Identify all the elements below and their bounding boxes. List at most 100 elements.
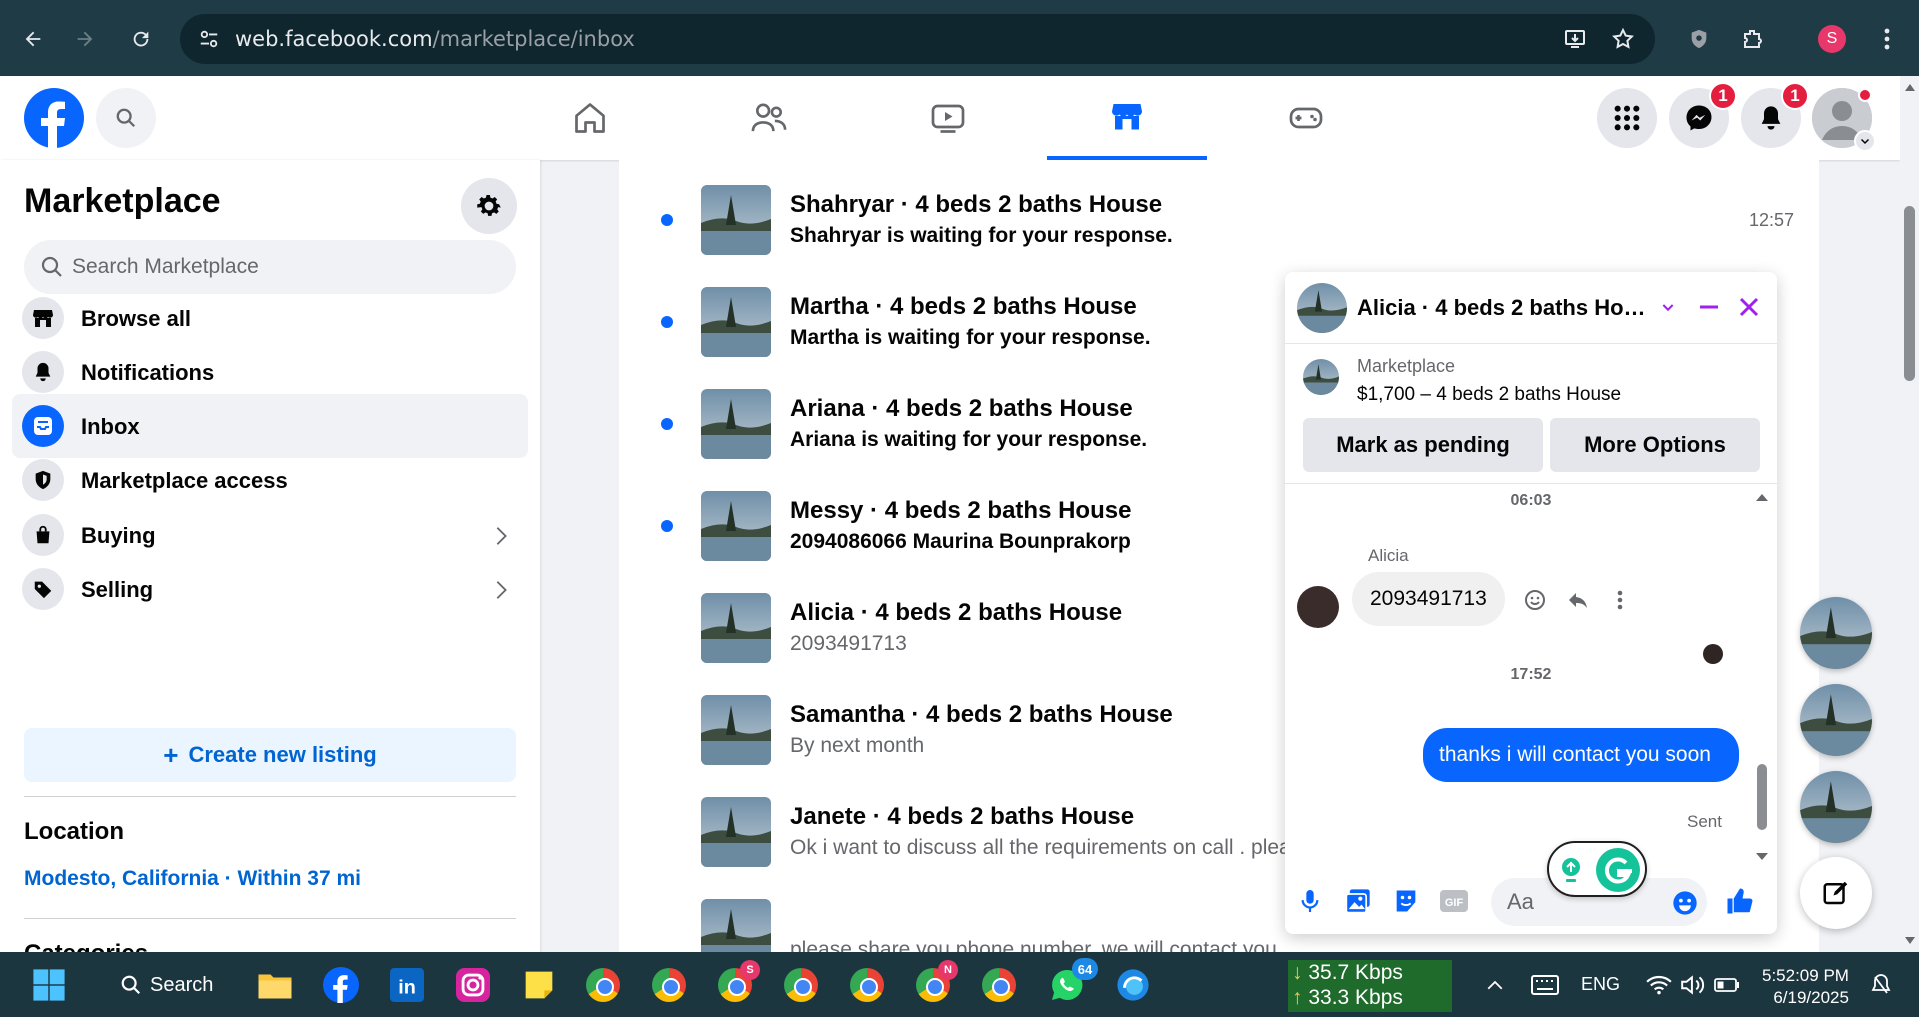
location-filter-link[interactable]: Modesto, California · Within 37 mi (24, 867, 361, 891)
close-icon[interactable] (1732, 290, 1766, 324)
network-speed-widget: ↓ 35.7 Kbps ↑ 33.3 Kbps (1288, 960, 1452, 1012)
chevron-up-icon[interactable] (1476, 966, 1514, 1004)
page-scroll-thumb[interactable] (1904, 206, 1915, 381)
chrome-icon[interactable] (848, 966, 886, 1004)
taskbar-search-button[interactable]: Search (106, 964, 222, 1006)
back-icon[interactable] (18, 24, 48, 54)
conversation-preview: 2093491713 (790, 632, 907, 655)
sticky-notes-icon[interactable] (520, 966, 558, 1004)
more-options-button[interactable]: More Options (1550, 418, 1760, 472)
facebook-app-icon[interactable] (322, 966, 360, 1004)
edge-icon[interactable] (1114, 966, 1152, 1004)
thumbs-up-icon[interactable] (1725, 886, 1755, 916)
chat-head-avatar[interactable] (1800, 684, 1872, 756)
sticker-icon[interactable] (1391, 886, 1421, 916)
grammarly-widget[interactable] (1547, 841, 1647, 897)
address-bar[interactable]: web.facebook.com/marketplace/inbox (180, 14, 1655, 64)
react-emoji-icon[interactable] (1522, 587, 1548, 613)
chevron-down-icon[interactable] (1651, 290, 1685, 324)
wifi-icon[interactable] (1640, 966, 1678, 1004)
chrome-icon[interactable] (782, 966, 820, 1004)
chrome-profile-s-icon[interactable]: S (716, 960, 760, 1004)
minimize-icon[interactable] (1692, 290, 1726, 324)
chat-head-avatar[interactable] (1800, 771, 1872, 843)
scroll-up-icon[interactable] (1904, 82, 1916, 92)
chevron-down-icon[interactable] (1854, 130, 1876, 152)
volume-icon[interactable] (1674, 966, 1712, 1004)
system-clock[interactable]: 5:52:09 PM 6/19/2025 (1762, 965, 1849, 1009)
microphone-icon[interactable] (1295, 886, 1325, 916)
sidebar-item-label: Selling (81, 577, 154, 602)
facebook-search-icon[interactable] (96, 88, 156, 148)
marketplace-tab-icon[interactable] (1047, 76, 1207, 160)
sender-avatar[interactable] (1297, 586, 1339, 628)
create-listing-button[interactable]: + Create new listing (24, 728, 516, 782)
browser-menu-icon[interactable] (1872, 24, 1902, 54)
site-settings-icon[interactable] (198, 28, 220, 50)
page-scrollbar[interactable] (1900, 76, 1919, 952)
battery-icon[interactable] (1708, 966, 1746, 1004)
extensions-puzzle-icon[interactable] (1738, 24, 1768, 54)
bookmark-star-icon[interactable] (1608, 24, 1638, 54)
url-text: web.facebook.com/marketplace/inbox (235, 27, 635, 51)
plus-icon: + (163, 740, 179, 770)
chat-title[interactable]: Alicia · 4 beds 2 baths Hou... (1357, 295, 1647, 321)
install-app-icon[interactable] (1560, 24, 1590, 54)
reply-icon[interactable] (1565, 587, 1591, 613)
chrome-profile-n-icon[interactable]: N (914, 960, 958, 1004)
bell-icon (22, 351, 64, 393)
home-tab-icon[interactable] (510, 76, 670, 160)
sent-status: Sent (1687, 812, 1722, 831)
scroll-down-icon[interactable] (1904, 936, 1916, 946)
conversation-title: Messy · 4 beds 2 baths House (790, 497, 1132, 524)
file-explorer-icon[interactable] (256, 966, 294, 1004)
facebook-logo-icon[interactable] (24, 88, 84, 148)
windows-start-icon[interactable] (30, 966, 68, 1004)
unread-dot (661, 316, 673, 328)
linkedin-icon[interactable]: in (388, 966, 426, 1004)
gaming-tab-icon[interactable] (1226, 76, 1386, 160)
browser-chrome: web.facebook.com/marketplace/inbox S (0, 0, 1919, 76)
gif-icon[interactable]: GIF (1439, 886, 1469, 916)
settings-gear-icon[interactable] (461, 178, 517, 234)
conversation-title: Alicia · 4 beds 2 baths House (790, 599, 1123, 626)
scroll-up-icon[interactable] (1755, 492, 1769, 502)
new-message-compose-icon[interactable] (1800, 857, 1872, 929)
chat-scrollbar[interactable] (1755, 492, 1769, 862)
scroll-down-icon[interactable] (1755, 852, 1769, 862)
chrome-icon[interactable] (650, 966, 688, 1004)
inbox-icon (22, 405, 64, 447)
incoming-message-bubble[interactable]: 2093491713 (1352, 572, 1505, 626)
friends-tab-icon[interactable] (689, 76, 849, 160)
conversation-title: Samantha · 4 beds 2 baths House (790, 701, 1173, 728)
chat-head-avatar[interactable] (1800, 597, 1872, 669)
account-avatar[interactable] (1812, 88, 1876, 152)
chat-listing-avatar[interactable] (1297, 283, 1347, 333)
notification-center-icon[interactable] (1862, 966, 1900, 1004)
divider (24, 918, 516, 919)
listing-thumbnail (701, 695, 771, 765)
instagram-icon[interactable] (454, 966, 492, 1004)
whatsapp-icon[interactable]: 64 (1048, 958, 1098, 1004)
forward-icon[interactable] (70, 24, 100, 54)
more-vertical-icon[interactable] (1607, 587, 1633, 613)
video-tab-icon[interactable] (868, 76, 1028, 160)
language-indicator[interactable]: ENG (1581, 974, 1620, 995)
conversation-row[interactable]: Shahryar · 4 beds 2 baths House Shahryar… (619, 172, 1819, 274)
reload-icon[interactable] (126, 24, 156, 54)
chrome-icon[interactable] (980, 966, 1018, 1004)
browser-profile-avatar[interactable]: S (1818, 25, 1846, 53)
notifications-bell-icon[interactable]: 1 (1741, 82, 1809, 148)
shield-extension-icon[interactable] (1684, 24, 1714, 54)
message-sender-name: Alicia (1368, 546, 1409, 565)
sidebar-item-selling[interactable]: Selling (12, 557, 528, 621)
photo-gallery-icon[interactable] (1343, 886, 1373, 916)
emoji-icon[interactable] (1671, 889, 1699, 922)
chat-scroll-thumb[interactable] (1757, 764, 1767, 830)
chrome-icon[interactable] (584, 966, 622, 1004)
mark-as-pending-button[interactable]: Mark as pending (1303, 418, 1543, 472)
keyboard-icon[interactable] (1526, 966, 1564, 1004)
menu-grid-icon[interactable] (1597, 88, 1657, 148)
outgoing-message-bubble[interactable]: thanks i will contact you soon (1423, 728, 1739, 782)
messenger-icon[interactable]: 1 (1669, 82, 1737, 148)
